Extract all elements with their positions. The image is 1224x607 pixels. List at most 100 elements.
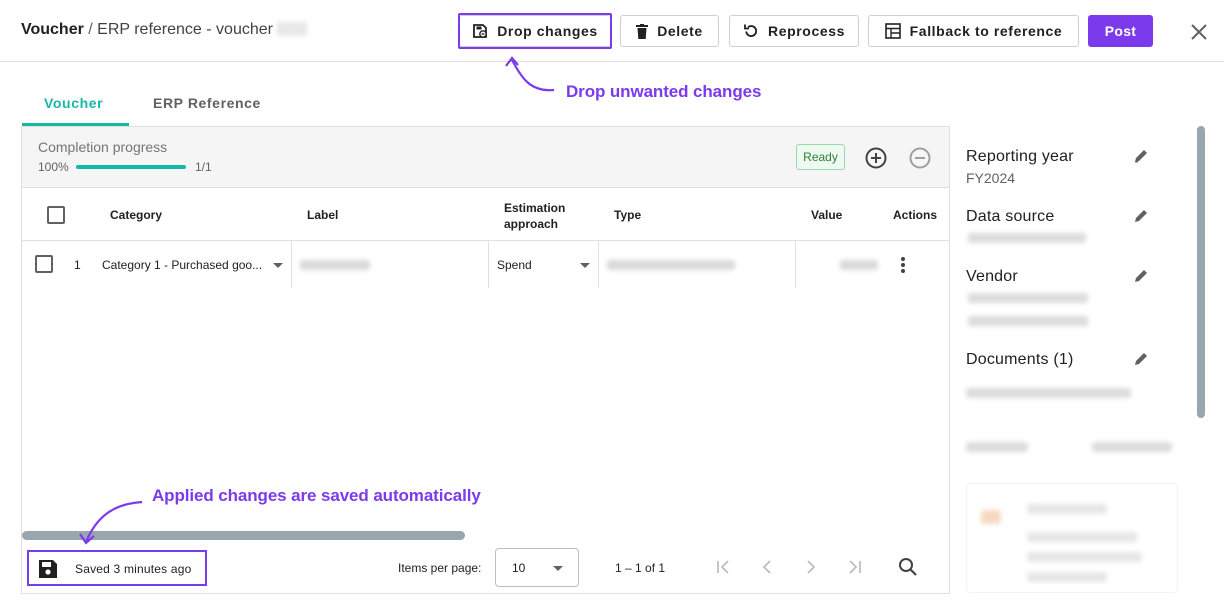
progress-title: Completion progress bbox=[38, 139, 168, 155]
header-bar: Voucher / ERP reference - voucher Drop c… bbox=[0, 0, 1224, 62]
refresh-icon bbox=[744, 24, 758, 37]
column-divider bbox=[598, 241, 599, 288]
redacted-value bbox=[840, 259, 878, 270]
breadcrumb-separator: / bbox=[83, 21, 98, 38]
drop-changes-button[interactable]: Drop changes bbox=[459, 15, 611, 47]
fallback-to-reference-button[interactable]: Fallback to reference bbox=[868, 15, 1079, 47]
category-dropdown-icon[interactable] bbox=[273, 263, 283, 268]
breadcrumb-root[interactable]: Voucher bbox=[21, 21, 84, 38]
row-checkbox[interactable] bbox=[35, 255, 53, 273]
fallback-label: Fallback to reference bbox=[909, 23, 1063, 39]
data-source-label: Data source bbox=[966, 208, 1055, 225]
column-label[interactable]: Label bbox=[307, 208, 338, 222]
edit-data-source-icon[interactable] bbox=[1133, 208, 1149, 224]
redacted-type bbox=[607, 259, 735, 270]
items-per-page-value: 10 bbox=[512, 561, 526, 575]
column-divider bbox=[795, 241, 796, 288]
tab-erp-reference[interactable]: ERP Reference bbox=[153, 95, 261, 111]
completion-progress-section: Completion progress 100% 1/1 Ready bbox=[22, 127, 949, 188]
redacted-warning-title bbox=[1027, 504, 1107, 514]
column-category[interactable]: Category bbox=[110, 208, 162, 222]
column-type[interactable]: Type bbox=[614, 208, 641, 222]
select-all-checkbox[interactable] bbox=[47, 206, 65, 224]
annotation-arrow-drop bbox=[505, 56, 555, 92]
edit-documents-icon[interactable] bbox=[1133, 351, 1149, 367]
first-page-icon[interactable] bbox=[714, 558, 732, 576]
progress-count: 1/1 bbox=[195, 160, 212, 174]
previous-page-icon[interactable] bbox=[758, 558, 776, 576]
redacted-warning-line bbox=[1027, 532, 1137, 542]
progress-bar bbox=[76, 165, 186, 169]
category-value: Category 1 - Purchased goo... bbox=[102, 257, 263, 272]
post-button[interactable]: Post bbox=[1088, 15, 1153, 47]
redacted-warning-line bbox=[1027, 572, 1107, 582]
type-cell[interactable] bbox=[607, 241, 735, 288]
annotation-saved-text: Applied changes are saved automatically bbox=[152, 486, 481, 505]
close-icon[interactable] bbox=[1189, 22, 1209, 42]
drop-changes-label: Drop changes bbox=[497, 23, 598, 39]
autosave-status: Saved 3 minutes ago bbox=[27, 550, 207, 586]
approach-value: Spend bbox=[497, 257, 532, 272]
column-value[interactable]: Value bbox=[811, 208, 842, 222]
tab-voucher[interactable]: Voucher bbox=[44, 95, 103, 111]
breadcrumb-current: ERP reference - voucher bbox=[97, 21, 273, 38]
add-row-icon[interactable] bbox=[864, 146, 888, 170]
vendor-label: Vendor bbox=[966, 268, 1018, 285]
documents-label: Documents (1) bbox=[966, 351, 1074, 368]
redacted-voucher-number bbox=[276, 22, 307, 36]
reporting-year-value: FY2024 bbox=[966, 170, 1016, 186]
save-icon bbox=[39, 560, 57, 578]
approach-select[interactable]: Spend bbox=[497, 241, 532, 288]
redacted-label bbox=[300, 259, 370, 270]
value-cell[interactable] bbox=[840, 241, 878, 288]
delete-label: Delete bbox=[657, 23, 703, 39]
redacted-vendor-line2 bbox=[968, 316, 1088, 326]
pagination-range: 1 – 1 of 1 bbox=[615, 561, 666, 575]
redacted-ignored-toggle[interactable] bbox=[1092, 442, 1172, 452]
edit-vendor-icon[interactable] bbox=[1133, 268, 1149, 284]
table-footer: Saved 3 minutes ago Items per page: 10 1… bbox=[22, 545, 949, 593]
redacted-document-link[interactable] bbox=[966, 388, 1131, 398]
search-icon[interactable] bbox=[897, 556, 919, 578]
sidebar-scrollbar[interactable] bbox=[1197, 126, 1205, 418]
row-index: 1 bbox=[74, 257, 81, 272]
annotation-drop-text: Drop unwanted changes bbox=[566, 82, 762, 101]
column-divider bbox=[291, 241, 292, 288]
label-cell[interactable] bbox=[300, 241, 370, 288]
redacted-warnings-heading bbox=[966, 442, 1028, 452]
delete-button[interactable]: Delete bbox=[620, 15, 719, 47]
saved-status-text: Saved 3 minutes ago bbox=[75, 562, 192, 576]
edit-reporting-year-icon[interactable] bbox=[1133, 148, 1149, 164]
next-page-icon[interactable] bbox=[802, 558, 820, 576]
warning-card bbox=[966, 483, 1178, 593]
table-header: Category Label Estimation approach Type … bbox=[22, 189, 949, 241]
breadcrumb: Voucher / ERP reference - voucher bbox=[21, 21, 307, 39]
approach-dropdown-icon[interactable] bbox=[580, 263, 590, 268]
category-select[interactable]: Category 1 - Purchased goo... bbox=[102, 241, 272, 288]
warning-icon bbox=[981, 510, 1001, 524]
table-reference-icon bbox=[884, 23, 901, 39]
reprocess-label: Reprocess bbox=[768, 23, 845, 39]
redacted-warning-line bbox=[1027, 552, 1142, 562]
annotation-arrow-saved bbox=[79, 500, 143, 545]
table-row: 1 Category 1 - Purchased goo... Spend bbox=[22, 241, 949, 288]
row-actions-menu-icon[interactable] bbox=[900, 257, 906, 273]
reprocess-button[interactable]: Reprocess bbox=[729, 15, 859, 47]
progress-percent: 100% bbox=[38, 160, 69, 174]
column-estimation-approach[interactable]: Estimation approach bbox=[504, 200, 574, 232]
trash-icon bbox=[636, 23, 649, 39]
voucher-panel: Completion progress 100% 1/1 Ready Categ… bbox=[21, 126, 950, 594]
items-per-page-select[interactable]: 10 bbox=[495, 548, 579, 587]
column-divider bbox=[488, 241, 489, 288]
last-page-icon[interactable] bbox=[846, 558, 864, 576]
redacted-vendor-line1 bbox=[968, 293, 1088, 303]
reporting-year-label: Reporting year bbox=[966, 148, 1074, 165]
status-badge: Ready bbox=[796, 144, 845, 170]
chevron-down-icon bbox=[553, 566, 563, 571]
drop-changes-icon bbox=[473, 24, 488, 38]
post-label: Post bbox=[1104, 23, 1137, 39]
redacted-data-source bbox=[968, 233, 1086, 243]
column-actions: Actions bbox=[893, 208, 938, 222]
remove-row-icon[interactable] bbox=[908, 146, 932, 170]
items-per-page-label: Items per page: bbox=[398, 561, 482, 575]
